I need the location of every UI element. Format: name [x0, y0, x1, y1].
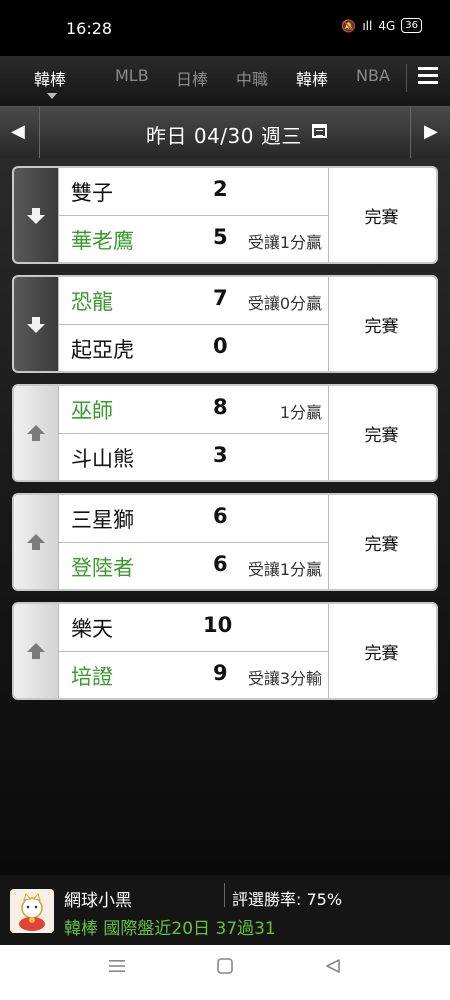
- arrow-up-icon: [27, 425, 45, 441]
- score-rows: 三星獅 6 登陸者 6 受讓1分贏: [58, 495, 329, 589]
- team-score: 6: [213, 552, 228, 576]
- team-row: 三星獅 6: [59, 495, 328, 543]
- tab-npb[interactable]: 日棒: [176, 66, 208, 90]
- divider: [410, 107, 411, 159]
- team-name: 恐龍: [71, 290, 113, 314]
- game-status: 完賽: [364, 207, 399, 228]
- date-bar: ◀ 昨日 04/30 週三 ▶: [0, 106, 450, 160]
- caret-down-icon: [47, 93, 57, 99]
- score-rows: 樂天 10 培證 9 受讓3分輸: [58, 604, 329, 698]
- tab-divider: [406, 64, 407, 92]
- arrow-down-icon: [27, 208, 45, 224]
- tab-cpbl[interactable]: 中職: [236, 66, 268, 90]
- signal-icon: ıll: [362, 18, 373, 33]
- team-name: 起亞虎: [71, 338, 134, 362]
- game-card[interactable]: 巫師 8 1分贏 斗山熊 3 完賽: [12, 384, 438, 482]
- team-score: 5: [213, 225, 228, 249]
- status-bar: 16:28 🔕 ıll 4G 36: [0, 0, 450, 56]
- team-score: 9: [213, 661, 228, 685]
- tab-kbo[interactable]: 韓棒: [296, 66, 328, 90]
- team-score: 8: [213, 395, 228, 419]
- calendar-icon[interactable]: [312, 124, 327, 138]
- win-rate: 評選勝率: 75%: [232, 890, 343, 909]
- team-name: 華老鷹: [71, 229, 134, 253]
- game-status: 完賽: [364, 643, 399, 664]
- prev-day-button[interactable]: ◀: [11, 121, 25, 142]
- team-score: 6: [213, 504, 228, 528]
- team-row: 登陸者 6 受讓1分贏: [59, 543, 328, 589]
- trend-indicator: [14, 386, 58, 480]
- team-name: 雙子: [71, 181, 113, 205]
- system-nav-bar: [0, 945, 450, 1000]
- tipster-name: 網球小黑: [64, 891, 132, 911]
- menu-icon[interactable]: [418, 67, 438, 85]
- team-score: 2: [213, 177, 228, 201]
- status-icons: 🔕 ıll 4G 36: [341, 18, 422, 33]
- handicap-note: 受讓0分贏: [247, 294, 322, 313]
- game-status: 完賽: [364, 425, 399, 446]
- tab-nba[interactable]: NBA: [356, 66, 390, 85]
- trend-indicator: [14, 495, 58, 589]
- team-name: 三星獅: [71, 508, 134, 532]
- arrow-down-icon: [27, 317, 45, 333]
- team-row: 巫師 8 1分贏: [59, 386, 328, 434]
- handicap-note: 受讓1分贏: [247, 233, 322, 252]
- lucky-cat-icon: [10, 889, 54, 933]
- game-status: 完賽: [364, 316, 399, 337]
- score-rows: 雙子 2 華老鷹 5 受讓1分贏: [58, 168, 329, 262]
- team-name: 斗山熊: [71, 447, 134, 471]
- team-row: 起亞虎 0: [59, 325, 328, 371]
- network-label: 4G: [378, 18, 396, 33]
- battery-icon: 36: [401, 18, 422, 33]
- game-card[interactable]: 樂天 10 培證 9 受讓3分輸 完賽: [12, 602, 438, 700]
- date-label[interactable]: 昨日 04/30 週三: [146, 120, 302, 149]
- team-row: 恐龍 7 受讓0分贏: [59, 277, 328, 325]
- game-status: 完賽: [364, 534, 399, 555]
- team-score: 0: [213, 334, 228, 358]
- team-row: 培證 9 受讓3分輸: [59, 652, 328, 698]
- team-score: 3: [213, 443, 228, 467]
- team-row: 樂天 10: [59, 604, 328, 652]
- team-score: 7: [213, 286, 228, 310]
- team-score: 10: [203, 613, 233, 637]
- tab-mlb[interactable]: MLB: [115, 66, 149, 85]
- team-name: 巫師: [71, 399, 113, 423]
- score-rows: 巫師 8 1分贏 斗山熊 3: [58, 386, 329, 480]
- team-name: 樂天: [71, 617, 113, 641]
- game-list: 雙子 2 華老鷹 5 受讓1分贏 完賽 恐龍 7 受讓0分贏 起亞虎 0 完賽 …: [0, 158, 450, 875]
- trend-indicator: [14, 168, 58, 262]
- team-row: 斗山熊 3: [59, 434, 328, 480]
- mute-icon: 🔕: [341, 18, 357, 33]
- trend-indicator: [14, 277, 58, 371]
- league-tab-bar: 韓棒 MLB 日棒 中職 韓棒 NBA: [0, 56, 450, 106]
- home-icon[interactable]: [216, 958, 234, 974]
- tipster-record: 韓棒 國際盤近20日 37過31: [64, 919, 276, 939]
- team-row: 雙子 2: [59, 168, 328, 216]
- handicap-note: 1分贏: [279, 403, 322, 422]
- team-name: 培證: [71, 665, 113, 689]
- tipster-banner[interactable]: 網球小黑 評選勝率: 75% 韓棒 國際盤近20日 37過31: [0, 875, 450, 945]
- arrow-up-icon: [27, 643, 45, 659]
- trend-indicator: [14, 604, 58, 698]
- next-day-button[interactable]: ▶: [424, 121, 438, 142]
- back-icon[interactable]: [324, 958, 342, 974]
- game-card[interactable]: 雙子 2 華老鷹 5 受讓1分贏 完賽: [12, 166, 438, 264]
- game-card[interactable]: 三星獅 6 登陸者 6 受讓1分贏 完賽: [12, 493, 438, 591]
- handicap-note: 受讓1分贏: [247, 560, 322, 579]
- team-row: 華老鷹 5 受讓1分贏: [59, 216, 328, 262]
- score-rows: 恐龍 7 受讓0分贏 起亞虎 0: [58, 277, 329, 371]
- handicap-note: 受讓3分輸: [247, 669, 322, 688]
- status-time: 16:28: [66, 19, 113, 38]
- divider: [39, 107, 40, 159]
- tab-current-league[interactable]: 韓棒: [34, 66, 66, 90]
- game-card[interactable]: 恐龍 7 受讓0分贏 起亞虎 0 完賽: [12, 275, 438, 373]
- recent-apps-icon[interactable]: [108, 958, 126, 974]
- avatar: [10, 889, 54, 933]
- arrow-up-icon: [27, 534, 45, 550]
- divider: [224, 883, 225, 907]
- team-name: 登陸者: [71, 556, 134, 580]
